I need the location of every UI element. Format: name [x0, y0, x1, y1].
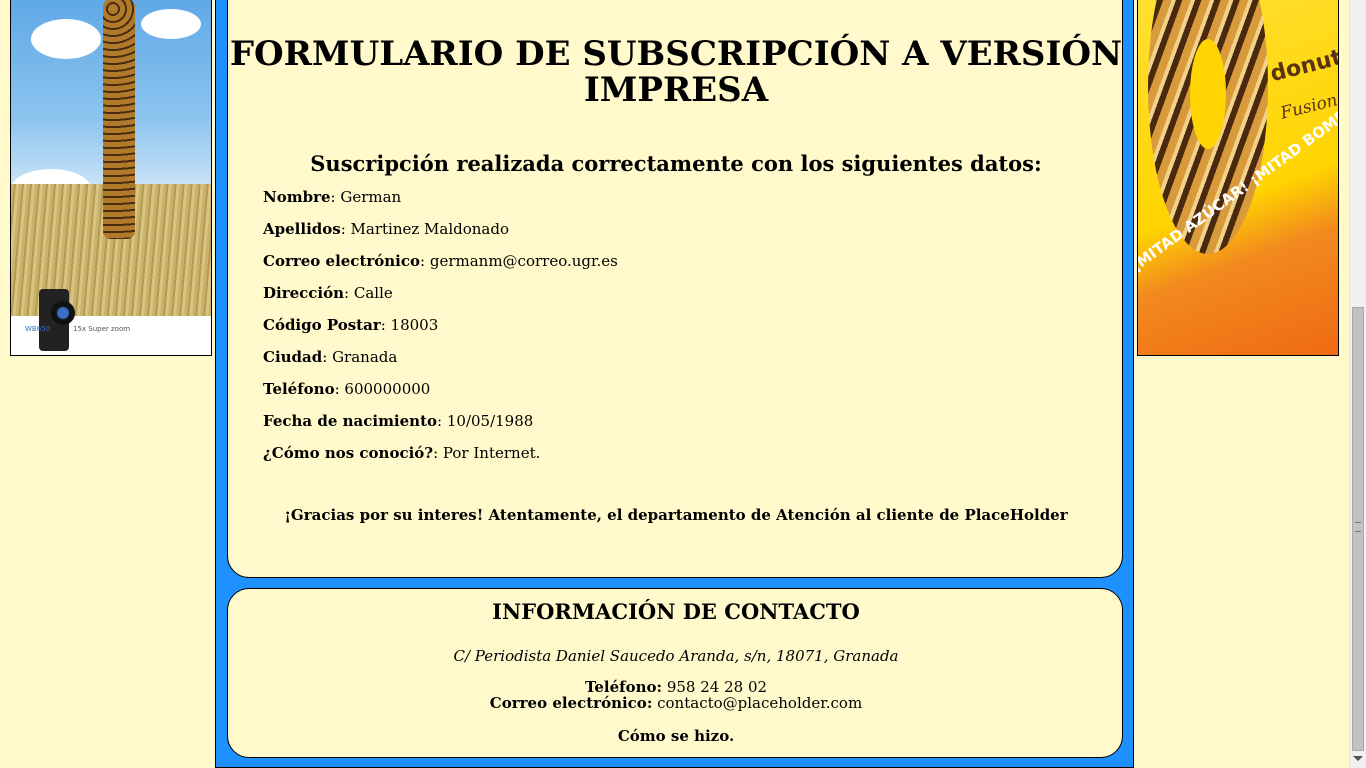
email-label: Correo electrónico: — [489, 694, 653, 712]
ad-cloud — [141, 9, 201, 39]
contact-address: C/ Periodista Daniel Saucedo Aranda, s/n… — [453, 647, 899, 665]
ad-cloud — [31, 19, 101, 59]
field-label: Código Postar — [263, 316, 381, 334]
ad-brand: donuts — [1267, 42, 1339, 88]
field-codigo-postal: Código Postar: 18003 — [263, 316, 618, 348]
subscription-result-panel: FORMULARIO DE SUBSCRIPCIÓN A VERSIÓN IMP… — [227, 0, 1123, 578]
vertical-scrollbar[interactable] — [1349, 0, 1366, 768]
contact-title: INFORMACIÓN DE CONTACTO — [492, 599, 860, 624]
ad-model-label: WB650 — [25, 325, 51, 333]
scroll-down-arrow-icon[interactable] — [1353, 756, 1363, 761]
thanks-message: ¡Gracias por su interes! Atentamente, el… — [284, 506, 1068, 524]
field-value: : germanm@correo.ugr.es — [420, 252, 618, 270]
field-value: : 18003 — [380, 316, 439, 334]
camera-lens — [51, 301, 75, 325]
ad-caption: 15x Super zoom — [73, 325, 131, 333]
field-fecha-nacimiento: Fecha de nacimiento: 10/05/1988 — [263, 412, 618, 444]
contact-panel: INFORMACIÓN DE CONTACTO C/ Periodista Da… — [227, 588, 1123, 758]
page-title: FORMULARIO DE SUBSCRIPCIÓN A VERSIÓN IMP… — [229, 34, 1123, 110]
field-direccion: Dirección: Calle — [263, 284, 618, 316]
how-it-was-made-link[interactable]: Cómo se hizo. — [228, 727, 1124, 745]
field-label: Dirección — [263, 284, 345, 302]
field-label: Apellidos — [263, 220, 341, 238]
field-ciudad: Ciudad: Granada — [263, 348, 618, 380]
scrollbar-grip-icon — [1355, 522, 1361, 532]
field-value: : German — [330, 188, 402, 206]
donuts-ad-banner[interactable]: donuts Fusion ¡MITAD AZÚCAR! ¡MITAD BOMB… — [1137, 0, 1339, 356]
success-heading: Suscripción realizada correctamente con … — [310, 151, 1042, 176]
field-label: Teléfono — [263, 380, 335, 398]
field-value: : Por Internet. — [433, 444, 541, 462]
giraffe-image — [103, 0, 135, 239]
field-como-nos-conocio: ¿Cómo nos conoció?: Por Internet. — [263, 444, 618, 476]
contact-details: Teléfono: 958 24 28 02 Correo electrónic… — [228, 679, 1124, 711]
camera-ad-banner[interactable]: WB650 15x Super zoom — [10, 0, 212, 356]
field-nombre: Nombre: German — [263, 188, 618, 220]
field-label: Correo electrónico — [263, 252, 421, 270]
donut-hole — [1190, 39, 1226, 149]
field-correo: Correo electrónico: germanm@correo.ugr.e… — [263, 252, 618, 284]
field-label: Fecha de nacimiento — [263, 412, 438, 430]
field-value: : Martinez Maldonado — [340, 220, 509, 238]
field-label: Nombre — [263, 188, 331, 206]
field-label: ¿Cómo nos conoció? — [263, 444, 434, 462]
field-value: : 600000000 — [334, 380, 431, 398]
content-frame: FORMULARIO DE SUBSCRIPCIÓN A VERSIÓN IMP… — [215, 0, 1134, 768]
scrollbar-thumb[interactable] — [1352, 307, 1364, 751]
field-apellidos: Apellidos: Martinez Maldonado — [263, 220, 618, 252]
field-value: : Calle — [344, 284, 393, 302]
field-value: : 10/05/1988 — [437, 412, 534, 430]
email-value: contacto@placeholder.com — [652, 694, 863, 712]
submitted-data-list: Nombre: German Apellidos: Martinez Maldo… — [263, 188, 618, 476]
field-telefono: Teléfono: 600000000 — [263, 380, 618, 412]
field-label: Ciudad — [263, 348, 323, 366]
field-value: : Granada — [322, 348, 398, 366]
